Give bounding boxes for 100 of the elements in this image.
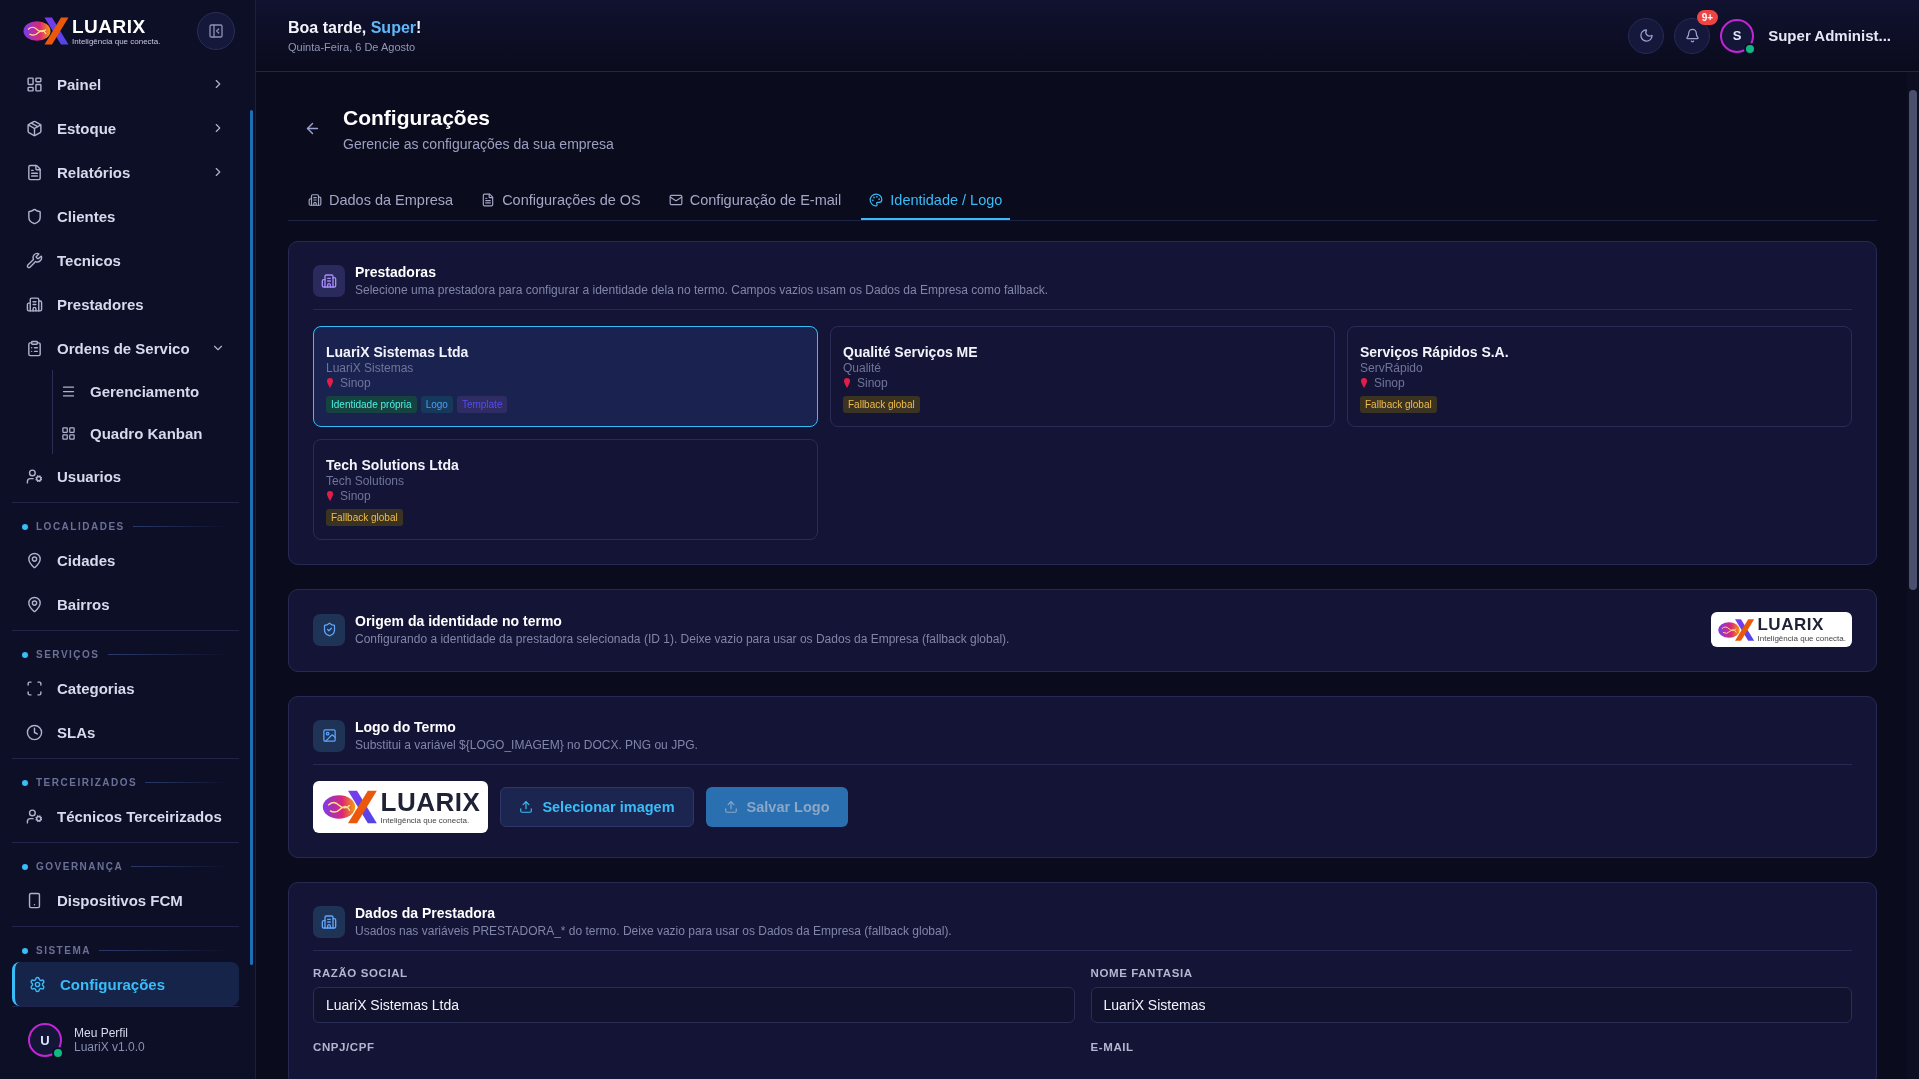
sidebar-item[interactable]: Prestadores [12, 282, 239, 326]
nav-icon [26, 679, 43, 697]
sidebar-item[interactable]: Relatórios [12, 150, 239, 194]
sidebar-item[interactable]: Cidades [12, 538, 239, 582]
select-image-button[interactable]: Selecionar imagem [500, 787, 694, 827]
sidebar-item[interactable]: Bairros [12, 582, 239, 626]
nav-icon [26, 807, 43, 825]
status-tag: Logo [420, 396, 453, 413]
section-dot [22, 947, 28, 954]
status-tag: Fallback global [843, 396, 920, 413]
provider-city: Sinop [326, 376, 805, 390]
theme-button[interactable] [1628, 17, 1665, 54]
scrollbar[interactable] [1909, 90, 1917, 590]
section-label: TERCEIRIZADOS [36, 777, 138, 788]
nav-icon [26, 339, 43, 357]
provider-city: Sinop [1360, 376, 1839, 390]
back-button[interactable] [304, 120, 321, 137]
provider-card[interactable]: Serviços Rápidos S.A. ServRápido Sinop Fallback global [1347, 326, 1852, 427]
provider-name: Qualité Serviços ME [843, 344, 979, 360]
provider-name: Serviços Rápidos S.A. [1360, 344, 1510, 360]
provider-trade-name: LuariX Sistemas [326, 361, 415, 375]
nav-icon [26, 207, 43, 225]
sidebar-item[interactable]: Técnicos Terceirizados [12, 794, 239, 838]
card-description: Substitui a variável ${LOGO_IMAGEM} no DOCX. PNG ou JPG. [355, 738, 699, 752]
logo-tagline: Inteligência que conecta. [1757, 634, 1846, 643]
nav-icon [61, 383, 76, 399]
sidebar-item[interactable]: Ordens de Servico [12, 326, 239, 370]
tab[interactable]: Configuração de E-mail [660, 184, 850, 220]
section-dot [22, 651, 28, 658]
input-field[interactable]: LuariX Sistemas [1090, 987, 1852, 1023]
user-avatar[interactable]: S [1720, 18, 1755, 53]
upload-icon [723, 800, 738, 814]
field-label: CNPJ/CPF [313, 1041, 376, 1053]
logo-wordmark: LUARIX [380, 789, 481, 815]
sidebar-item[interactable]: Usuarios [12, 454, 239, 498]
tab[interactable]: Dados da Empresa [300, 184, 462, 220]
provider-trade-name: Qualité [843, 361, 883, 375]
pin-icon [1360, 378, 1368, 388]
app-version: LuariX v1.0.0 [74, 1040, 145, 1054]
nav-icon [26, 119, 43, 137]
section-label: SERVIÇOS [36, 649, 100, 660]
provider-card[interactable]: Tech Solutions Ltda Tech Solutions Sinop Fallback global [313, 439, 818, 540]
nav-icon [26, 295, 43, 313]
section-label: SISTEMA [36, 945, 91, 956]
provider-city: Sinop [326, 489, 805, 503]
nav-icon [26, 891, 43, 909]
field-label: NOME FANTASIA [1090, 967, 1194, 979]
provider-name: LuariX Sistemas Ltda [326, 344, 470, 360]
logo-tagline: Inteligência que conecta. [380, 816, 471, 825]
nav-icon [26, 595, 43, 613]
brain-x-icon [22, 16, 70, 46]
image-icon [321, 728, 337, 743]
section-label: LOCALIDADES [36, 521, 125, 532]
brain-x-icon [1717, 617, 1756, 642]
status-tag: Fallback global [1360, 396, 1437, 413]
moon-icon [1638, 28, 1654, 43]
provider-name: Tech Solutions Ltda [326, 457, 460, 473]
section-label: GOVERNANÇA [36, 861, 124, 872]
sidebar-item[interactable]: SLAs [12, 710, 239, 754]
logo-wordmark: LUARIX [1757, 616, 1825, 633]
sidebar-item[interactable]: Tecnicos [12, 238, 239, 282]
tab[interactable]: Identidade / Logo [861, 184, 1011, 220]
panel-icon [208, 23, 224, 39]
status-tag: Identidade própria [326, 396, 417, 413]
nav-icon [61, 425, 76, 441]
provider-card[interactable]: Qualité Serviços ME Qualité Sinop Fallback global [830, 326, 1335, 427]
tab-icon [869, 193, 884, 207]
card-title: Logo do Termo [355, 719, 457, 735]
bell-icon [1684, 28, 1700, 43]
provider-city: Sinop [843, 376, 1322, 390]
sidebar-item[interactable]: Dispositivos FCM [12, 878, 239, 922]
pin-icon [326, 378, 334, 388]
brain-x-icon [321, 789, 379, 825]
nav-icon [26, 551, 43, 569]
sidebar-item[interactable]: Categorias [12, 666, 239, 710]
status-tag: Fallback global [326, 509, 403, 526]
sidebar-subitem[interactable]: Gerenciamento [13, 370, 239, 412]
notification-badge: 9+ [1696, 9, 1719, 25]
sidebar-item[interactable]: Clientes [12, 194, 239, 238]
field-label: RAZÃO SOCIAL [313, 967, 409, 979]
sidebar-subitem[interactable]: Quadro Kanban [13, 412, 239, 454]
provider-trade-name: Tech Solutions [326, 474, 406, 488]
sidebar-item[interactable]: Configurações [12, 962, 239, 1006]
profile-avatar[interactable]: U [28, 1023, 62, 1057]
input-field[interactable]: LuariX Sistemas Ltda [313, 987, 1075, 1023]
user-name[interactable]: Super Administ... [1768, 27, 1891, 44]
page-title: Configurações [343, 106, 492, 130]
nav-icon [26, 163, 43, 181]
logo-tagline: Inteligência que conecta. [72, 36, 161, 46]
scrollbar[interactable] [250, 110, 253, 965]
tab[interactable]: Configurações de OS [473, 184, 649, 220]
provider-card[interactable]: LuariX Sistemas Ltda LuariX Sistemas Sinop Identidade própria Logo Template [313, 326, 818, 427]
card-title: Dados da Prestadora [355, 905, 497, 921]
nav-icon [26, 723, 43, 741]
field-label: E-MAIL [1090, 1041, 1135, 1053]
sidebar-item[interactable]: Estoque [12, 106, 239, 150]
sidebar-item[interactable]: Painel [12, 62, 239, 106]
collapse-sidebar-button[interactable] [197, 12, 235, 50]
pin-icon [843, 378, 851, 388]
date: Quinta-Feira, 6 De Agosto [288, 40, 417, 53]
